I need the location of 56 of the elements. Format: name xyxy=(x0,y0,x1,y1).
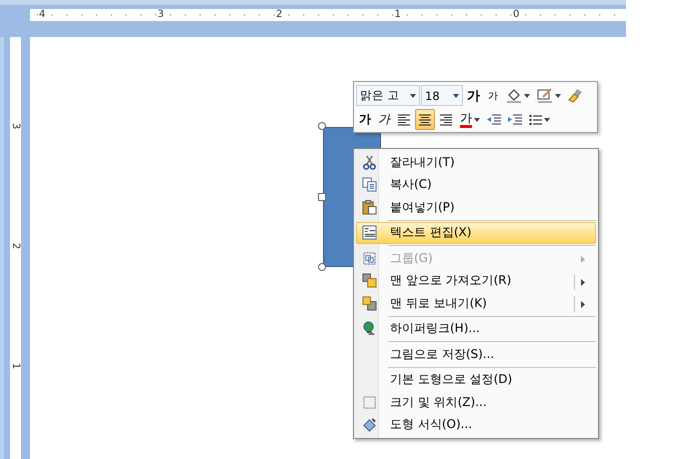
font-color-button[interactable]: 가 xyxy=(457,109,483,130)
align-lines-icon xyxy=(418,114,432,126)
submenu-arrow-icon xyxy=(581,278,585,286)
ruler-number: 3 xyxy=(10,122,20,130)
ruler-number: 4 xyxy=(39,10,46,20)
bring-to-front-icon xyxy=(362,273,376,288)
dropdown-caret-icon[interactable] xyxy=(555,94,561,98)
ruler-number: 3 xyxy=(158,10,164,20)
copy-icon xyxy=(362,177,376,192)
submenu-arrow-icon xyxy=(581,301,585,308)
font-size-field[interactable]: 18 xyxy=(421,85,463,106)
menu-item[interactable]: 그림으로 저장(S)... xyxy=(356,343,596,366)
paint-bucket-icon xyxy=(506,88,522,103)
menu-item[interactable]: 맨 앞으로 가져오기(R) xyxy=(356,270,596,292)
ruler-number: 1 xyxy=(10,362,20,370)
increase-indent-icon xyxy=(508,114,522,126)
paste-icon xyxy=(362,200,376,215)
bullet-list-icon xyxy=(529,114,542,126)
menu-item[interactable]: 맨 뒤로 보내기(K) xyxy=(356,292,596,315)
size-icon xyxy=(362,394,376,410)
format-shape-icon xyxy=(362,417,376,432)
globe-link-icon xyxy=(362,321,376,336)
group-icon xyxy=(362,250,376,266)
grow-font-button[interactable]: 가 xyxy=(464,85,483,106)
dropdown-caret-icon[interactable] xyxy=(544,118,550,122)
ruler-number: 0 xyxy=(513,10,520,20)
brush-icon xyxy=(568,88,583,103)
dropdown-caret-icon[interactable] xyxy=(410,94,416,98)
send-to-back-icon xyxy=(362,296,376,311)
resize-handle[interactable] xyxy=(318,193,326,201)
pen-icon xyxy=(537,88,553,103)
dropdown-caret-icon[interactable] xyxy=(474,118,480,122)
dropdown-caret-icon[interactable] xyxy=(524,94,530,98)
menu-item[interactable]: 크기 및 위치(Z)... xyxy=(356,391,596,414)
menu-item[interactable]: 붙여넣기(P) xyxy=(356,196,596,219)
text-box-icon xyxy=(362,225,376,240)
scissors-icon xyxy=(362,154,376,170)
bold-button[interactable]: 가 xyxy=(356,109,374,130)
align-lines-icon xyxy=(439,114,453,126)
decrease-indent-icon xyxy=(487,114,501,126)
menu-item[interactable]: 잘라내기(T) xyxy=(356,151,596,174)
italic-button[interactable]: 가 xyxy=(375,109,393,130)
ruler-number: 1 xyxy=(394,10,401,20)
ruler-number: 2 xyxy=(276,10,282,20)
menu-item[interactable]: 하이퍼링크(H)... xyxy=(356,318,596,340)
menu-item[interactable]: 기본 도형으로 설정(D) xyxy=(356,368,596,391)
menu-item[interactable]: 텍스트 편집(X) xyxy=(356,222,596,244)
submenu-arrow-icon xyxy=(581,256,585,263)
ruler-number: 2 xyxy=(10,242,20,250)
menu-item[interactable]: 도형 서식(O)... xyxy=(356,414,596,436)
shrink-font-button[interactable]: 가 xyxy=(484,85,502,106)
menu-item[interactable]: 복사(C) xyxy=(356,174,596,196)
align-lines-icon xyxy=(397,114,411,126)
align-center-button[interactable] xyxy=(415,109,435,130)
dropdown-caret-icon[interactable] xyxy=(453,94,459,98)
font-name-field[interactable]: 맑은 고 xyxy=(356,85,420,106)
